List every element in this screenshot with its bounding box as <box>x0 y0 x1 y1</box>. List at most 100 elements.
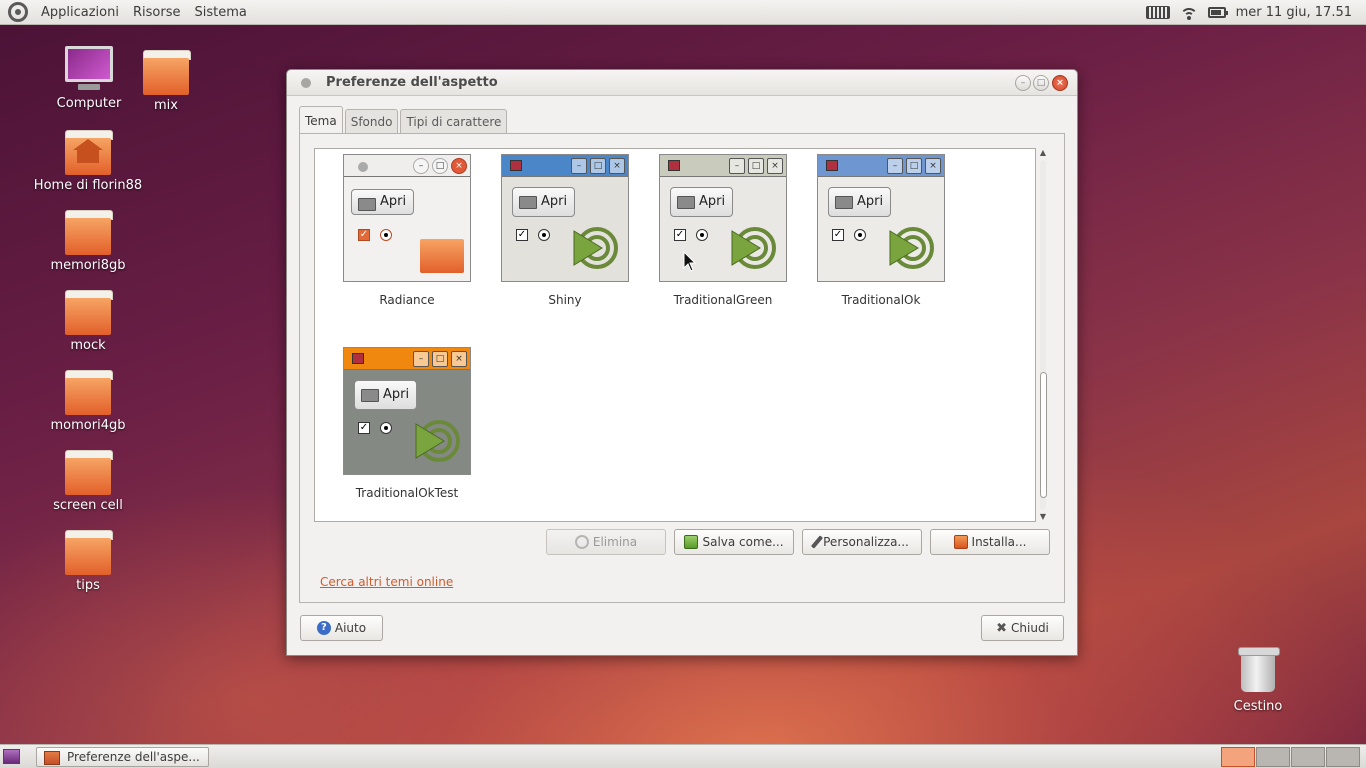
menu-applicazioni[interactable]: Applicazioni <box>34 0 126 25</box>
workspace-4[interactable] <box>1326 747 1360 767</box>
theme-item[interactable]: – □ × Apri ✓ TraditionalOkTest <box>332 347 482 500</box>
desktop-icon-label: Cestino <box>1233 699 1283 714</box>
workspace-switcher[interactable] <box>1221 747 1361 767</box>
tab-panel-tema: – □ × Apri ✓ Radiance – □ × Apri ✓ Shiny – □ × Apri ✓ Tra… <box>299 133 1065 603</box>
installa-button[interactable]: Installa... <box>930 529 1050 555</box>
personalizza-button[interactable]: Personalizza... <box>802 529 922 555</box>
folder-icon <box>143 50 191 95</box>
online-themes-link[interactable]: Cerca altri temi online <box>320 575 453 589</box>
desktop-icon-cestino[interactable]: Cestino <box>1203 647 1313 714</box>
theme-preview[interactable]: – □ × Apri ✓ <box>817 154 945 282</box>
elimina-button[interactable]: Elimina <box>546 529 666 555</box>
theme-item[interactable]: – □ × Apri ✓ TraditionalGreen <box>648 154 798 307</box>
menu-risorse[interactable]: Risorse <box>126 0 188 25</box>
desktop-icon-momori4gb[interactable]: momori4gb <box>33 370 143 433</box>
theme-item[interactable]: – □ × Apri ✓ Radiance <box>332 154 482 307</box>
preview-max-icon: □ <box>906 158 922 174</box>
workspace-3[interactable] <box>1291 747 1325 767</box>
theme-preview[interactable]: – □ × Apri ✓ <box>343 154 471 282</box>
preview-apri-button: Apri <box>354 380 418 410</box>
preview-titlebar: – □ × <box>502 155 628 177</box>
desktop-icon-tips[interactable]: tips <box>33 530 143 593</box>
help-button[interactable]: ? Aiuto <box>300 615 383 641</box>
folder-icon <box>65 210 113 255</box>
desktop-icon-label: screen cell <box>53 498 123 513</box>
theme-preview[interactable]: – □ × Apri ✓ <box>659 154 787 282</box>
preview-radio-icon <box>380 229 392 241</box>
desktop-icon-label: Home di florin88 <box>33 178 143 193</box>
workspace-2[interactable] <box>1256 747 1290 767</box>
theme-list[interactable]: – □ × Apri ✓ Radiance – □ × Apri ✓ Shiny – □ × Apri ✓ Tra… <box>314 148 1036 522</box>
preview-radio-icon <box>854 229 866 241</box>
tab-sfondo[interactable]: Sfondo <box>344 109 399 133</box>
preview-close-icon: × <box>451 351 467 367</box>
preview-apri-button: Apri <box>670 187 734 217</box>
workspace-1[interactable] <box>1221 747 1255 767</box>
home-folder-icon <box>65 130 113 175</box>
clock[interactable]: mer 11 giu, 17.51 <box>1236 5 1352 20</box>
desktop-icon-label: memori8gb <box>50 258 126 273</box>
scroll-thumb[interactable] <box>1040 372 1047 498</box>
desktop-icon-memori8gb[interactable]: memori8gb <box>33 210 143 273</box>
preview-max-icon: □ <box>432 158 448 174</box>
desktop-icon-label: momori4gb <box>50 418 126 433</box>
chiudi-button[interactable]: ✖ Chiudi <box>981 615 1064 641</box>
keyboard-icon[interactable] <box>1145 6 1170 19</box>
ubuntu-logo-icon[interactable] <box>8 2 28 22</box>
scroll-down-icon[interactable]: ▼ <box>1038 512 1048 522</box>
desktop-icon-mix[interactable]: mix <box>111 50 221 113</box>
show-desktop-icon[interactable] <box>3 749 20 764</box>
wifi-icon[interactable] <box>1179 6 1198 20</box>
window-menu-icon[interactable] <box>301 77 311 88</box>
preview-min-icon: – <box>413 351 429 367</box>
preview-radio-icon <box>380 422 392 434</box>
tab-tipi-di-carattere[interactable]: Tipi di carattere <box>400 109 508 133</box>
theme-list-scrollbar[interactable]: ▲ ▼ <box>1036 148 1050 522</box>
preview-min-icon: – <box>887 158 903 174</box>
theme-name: TraditionalGreen <box>673 293 773 307</box>
minimize-button[interactable]: – <box>1015 75 1031 91</box>
close-window-button[interactable]: × <box>1052 75 1068 91</box>
preview-max-icon: □ <box>748 158 764 174</box>
preview-min-icon: – <box>729 158 745 174</box>
folder-icon <box>65 370 113 415</box>
preview-checkbox-icon: ✓ <box>674 229 686 241</box>
battery-icon[interactable] <box>1207 7 1228 18</box>
theme-logo-icon <box>415 420 460 462</box>
theme-logo-icon <box>573 227 618 269</box>
desktop-icon-screen-cell[interactable]: screen cell <box>33 450 143 513</box>
maximize-button[interactable]: □ <box>1033 75 1049 91</box>
preview-min-icon: – <box>413 158 429 174</box>
desktop-icon-home[interactable]: Home di florin88 <box>33 130 143 193</box>
preview-checkbox-icon: ✓ <box>358 422 370 434</box>
window-titlebar[interactable]: Preferenze dell'aspetto – □ × <box>287 70 1077 96</box>
desktop-icon-mock[interactable]: mock <box>33 290 143 353</box>
scroll-up-icon[interactable]: ▲ <box>1038 148 1048 158</box>
preview-window-icon <box>510 160 522 171</box>
help-label: Aiuto <box>334 621 367 635</box>
elimina-label: Elimina <box>592 535 638 549</box>
preview-apri-button: Apri <box>828 187 892 217</box>
personalizza-label: Personalizza... <box>823 535 909 549</box>
preview-close-icon: × <box>767 158 783 174</box>
theme-name: Radiance <box>379 293 435 307</box>
taskbar-item-appearance[interactable]: Preferenze dell'aspe... <box>36 747 209 767</box>
preview-titlebar: – □ × <box>660 155 786 177</box>
trash-icon <box>1238 647 1280 692</box>
preview-menu-icon <box>358 162 368 172</box>
menu-sistema[interactable]: Sistema <box>187 0 253 25</box>
preview-max-icon: □ <box>590 158 606 174</box>
desktop-icon-label: tips <box>76 578 100 593</box>
preview-titlebar: – □ × <box>818 155 944 177</box>
salva-come-button[interactable]: Salva come... <box>674 529 794 555</box>
theme-item[interactable]: – □ × Apri ✓ Shiny <box>490 154 640 307</box>
desktop-icon-label: mock <box>70 338 106 353</box>
tab-tema[interactable]: Tema <box>299 106 343 133</box>
theme-item[interactable]: – □ × Apri ✓ TraditionalOk <box>806 154 956 307</box>
theme-name: TraditionalOkTest <box>355 486 459 500</box>
preview-radio-icon <box>696 229 708 241</box>
theme-preview[interactable]: – □ × Apri ✓ <box>343 347 471 475</box>
theme-preview[interactable]: – □ × Apri ✓ <box>501 154 629 282</box>
mouse-pointer-icon <box>683 251 697 272</box>
preview-apri-button: Apri <box>351 189 415 215</box>
